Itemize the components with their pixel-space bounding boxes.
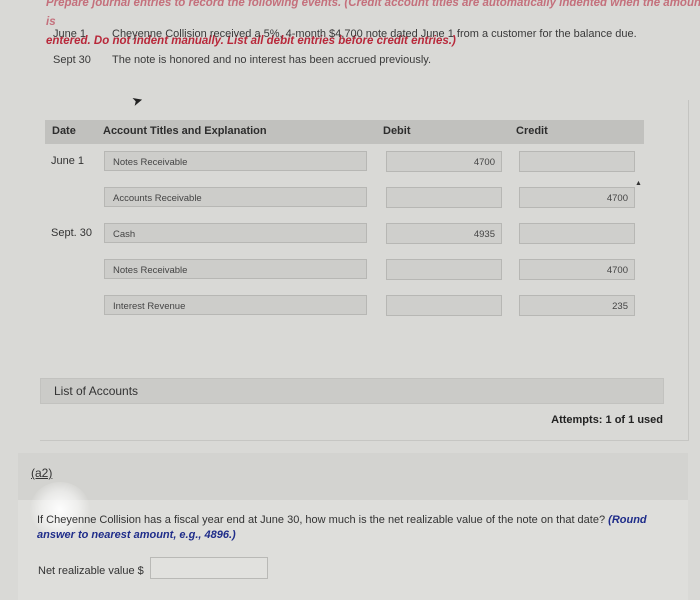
event-sept-30: Sept 30 The note is honored and no intere… [53,54,431,66]
debit-field[interactable] [386,295,502,316]
debit-field[interactable]: 4700 [386,151,502,172]
debit-field[interactable] [386,259,502,280]
part-a2-label: (a2) [31,466,53,480]
question-text: If Cheyenne Collision has a fiscal year … [37,514,606,526]
list-of-accounts-button[interactable]: List of Accounts [40,378,664,404]
header-account: Account Titles and Explanation [103,125,267,137]
panel-divider [688,100,689,440]
event-june-1: June 1 Cheyenne Collision received a 5%, … [53,28,637,40]
credit-field[interactable] [519,151,635,172]
net-realizable-value-label: Net realizable value $ [38,565,144,577]
event-text: The note is honored and no interest has … [112,54,431,66]
account-field[interactable]: Cash [104,223,367,243]
attempts-status: Attempts: 1 of 1 used [551,414,663,426]
event-date: June 1 [53,28,87,40]
header-credit: Credit [516,125,548,137]
row-date: June 1 [51,155,85,167]
event-date: Sept 30 [53,54,91,66]
header-date: Date [52,125,76,137]
row-date: Sept. 30 [51,227,92,239]
credit-field[interactable]: 4700 [519,259,635,280]
text-caret-icon: ▲ [635,180,642,187]
account-field[interactable]: Accounts Receivable [104,187,367,207]
net-realizable-value-input[interactable] [150,557,268,579]
credit-field[interactable] [519,223,635,244]
account-field[interactable]: Notes Receivable [104,151,367,171]
debit-field[interactable] [386,187,502,208]
debit-field[interactable]: 4935 [386,223,502,244]
account-field[interactable]: Interest Revenue [104,295,367,315]
instructions: Prepare journal entries to record the fo… [46,0,700,51]
credit-field[interactable]: 4700 [519,187,635,208]
account-field[interactable]: Notes Receivable [104,259,367,279]
credit-field[interactable]: 235 [519,295,635,316]
part-a2-question: If Cheyenne Collision has a fiscal year … [37,513,667,543]
event-text: Cheyenne Collision received a 5%, 4-mont… [112,28,637,40]
header-debit: Debit [383,125,411,137]
